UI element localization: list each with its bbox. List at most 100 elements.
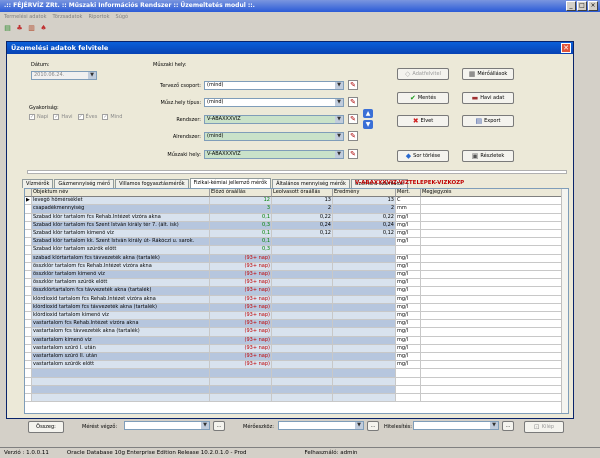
minimize-icon[interactable]: _ xyxy=(566,1,576,11)
cell-megjegyzes[interactable] xyxy=(421,246,562,255)
datum-field[interactable]: 2010.06.24. ▼ xyxy=(31,71,97,80)
tab-villamos-fogyasztasmerok[interactable]: Villamos fogyasztásmérők xyxy=(115,179,189,188)
cell-leolvasott-oraallas[interactable] xyxy=(272,246,333,255)
cell-megjegyzes[interactable] xyxy=(421,295,562,304)
table-row[interactable]: vastartalom kimenő víz (93+ nap) mg/l xyxy=(25,336,562,345)
chevron-down-icon[interactable]: ▼ xyxy=(335,133,343,140)
picker-icon[interactable]: ✎ xyxy=(348,131,358,141)
cell-megjegyzes[interactable] xyxy=(421,361,562,370)
table-row[interactable]: vastartalom szűrő I. után (93+ nap) mg/l xyxy=(25,344,562,353)
cell-leolvasott-oraallas[interactable]: 0,22 xyxy=(272,213,333,222)
cell-leolvasott-oraallas[interactable] xyxy=(272,353,333,362)
chevron-down-icon[interactable]: ▼ xyxy=(355,422,363,429)
cell-leolvasott-oraallas[interactable] xyxy=(272,238,333,247)
hitelesites-select[interactable]: ▼ xyxy=(413,421,499,430)
cell-leolvasott-oraallas[interactable] xyxy=(272,377,333,386)
table-row[interactable]: összklór tartalom kimenő víz (93+ nap) mg/… xyxy=(25,271,562,280)
table-row[interactable]: Szabad klór tartalom fcs Szent István ki… xyxy=(25,221,562,230)
table-row[interactable]: Szabad klór tartalom kk. Szent István ki… xyxy=(25,238,562,247)
tervezo-csoport-select[interactable]: (mind) ▼ xyxy=(204,81,344,90)
chevron-down-icon[interactable]: ▼ xyxy=(88,72,96,79)
cell-leolvasott-oraallas[interactable]: 13 xyxy=(272,197,333,206)
cell-leolvasott-oraallas[interactable] xyxy=(272,361,333,370)
table-row[interactable]: vastartalom fcs távvezeték akna (tartalé… xyxy=(25,328,562,337)
checkbox-havi[interactable]: ✓ Havi xyxy=(53,114,73,120)
cell-leolvasott-oraallas[interactable] xyxy=(272,328,333,337)
havi-adat-button[interactable]: ▬ Havi adat xyxy=(462,92,514,104)
printer-icon[interactable]: ▥ xyxy=(27,24,36,33)
table-row[interactable] xyxy=(25,369,562,378)
header-megjegyzes[interactable]: Megjegyzés xyxy=(421,189,562,198)
arrow-down-icon[interactable]: ▼ xyxy=(363,120,373,129)
picker-icon[interactable]: ✎ xyxy=(348,114,358,124)
cell-leolvasott-oraallas[interactable] xyxy=(272,369,333,378)
cell-megjegyzes[interactable] xyxy=(421,344,562,353)
cell-megjegyzes[interactable] xyxy=(421,312,562,321)
table-row[interactable]: összklór tartalom szűrők előtt (93+ nap) m… xyxy=(25,279,562,288)
cell-megjegyzes[interactable] xyxy=(421,336,562,345)
cell-megjegyzes[interactable] xyxy=(421,213,562,222)
merest-vegzo-browse[interactable]: … xyxy=(213,421,225,431)
alrendszer-select[interactable]: (mind) ▼ xyxy=(204,132,344,141)
table-row[interactable]: vastartalom szűrők előtt (93+ nap) mg/l xyxy=(25,361,562,370)
table-row[interactable]: klórdioxid tartalom kimenő víz (93+ nap) m… xyxy=(25,312,562,321)
table-row[interactable]: összklór tartalom fcs Rehab.Intézet vízó… xyxy=(25,262,562,271)
table-row[interactable]: vastartalom szűrő II. után (93+ nap) mg/l xyxy=(25,353,562,362)
adatfelvitel-button[interactable]: ◇ Adatfelvitel xyxy=(397,68,449,80)
header-mert[interactable]: Mért. xyxy=(396,189,421,198)
cell-leolvasott-oraallas[interactable]: 2 xyxy=(272,205,333,214)
tab-gazmennyiseg-mero[interactable]: Gázmennyiség mérő xyxy=(54,179,115,188)
cell-megjegyzes[interactable] xyxy=(421,238,562,247)
table-row[interactable]: ▶ levegő hőmérséklet 12 13 13 C xyxy=(25,197,562,206)
header-leolvasott-oraallas[interactable]: Leolvasott óraállás xyxy=(272,189,333,198)
kilep-button[interactable]: ⊡ Kilép xyxy=(524,421,564,433)
merest-vegzo-select[interactable]: ▼ xyxy=(124,421,210,430)
chevron-down-icon[interactable]: ▼ xyxy=(335,82,343,89)
chevron-down-icon[interactable]: ▼ xyxy=(490,422,498,429)
cell-megjegyzes[interactable] xyxy=(421,230,562,239)
cell-leolvasott-oraallas[interactable] xyxy=(272,344,333,353)
cell-megjegyzes[interactable] xyxy=(421,205,562,214)
elvet-button[interactable]: ✖ Elvet xyxy=(397,115,449,127)
rendszer-select[interactable]: V-ABAXXXVIZ ▼ xyxy=(204,115,344,124)
table-row[interactable]: összklórtartalom fcs távvezeték akna (ta… xyxy=(25,287,562,296)
cell-megjegyzes[interactable] xyxy=(421,328,562,337)
cell-megjegyzes[interactable] xyxy=(421,385,562,394)
cell-megjegyzes[interactable] xyxy=(421,197,562,206)
tab-fizikai-kemiai[interactable]: Fizikai-kémiai jellemző mérők xyxy=(189,178,272,188)
export-button[interactable]: ▤ Export xyxy=(462,115,514,127)
meroeszkoz-select[interactable]: ▼ xyxy=(278,421,364,430)
header-objektum-nev[interactable]: Objektum név xyxy=(32,189,210,198)
cell-leolvasott-oraallas[interactable] xyxy=(272,336,333,345)
chevron-down-icon[interactable]: ▼ xyxy=(335,99,343,106)
menu-torzsadatok[interactable]: Törzsadatok xyxy=(52,13,82,22)
cell-leolvasott-oraallas[interactable] xyxy=(272,295,333,304)
cell-leolvasott-oraallas[interactable] xyxy=(272,303,333,312)
cell-megjegyzes[interactable] xyxy=(421,262,562,271)
table-row[interactable]: klórdioxid tartalom fcs távvezeték akna … xyxy=(25,303,562,312)
cell-megjegyzes[interactable] xyxy=(421,279,562,288)
table-row[interactable]: klórdioxid tartalom fcs Rehab.Intézet ví… xyxy=(25,295,562,304)
cell-megjegyzes[interactable] xyxy=(421,369,562,378)
checkbox-mind[interactable]: ✓ Mind xyxy=(102,114,122,120)
cell-leolvasott-oraallas[interactable] xyxy=(272,385,333,394)
picker-icon[interactable]: ✎ xyxy=(348,80,358,90)
table-row[interactable]: vastartalom fcs Rehab.Intézet vízóra akn… xyxy=(25,320,562,329)
picker-icon[interactable]: ✎ xyxy=(348,149,358,159)
dialog-close-button[interactable]: ✕ xyxy=(561,43,571,53)
table-row[interactable] xyxy=(25,394,562,403)
cell-megjegyzes[interactable] xyxy=(421,303,562,312)
cell-leolvasott-oraallas[interactable] xyxy=(272,279,333,288)
table-row[interactable]: csapadékmennyiség 3 2 2 mm xyxy=(25,205,562,214)
cell-leolvasott-oraallas[interactable] xyxy=(272,320,333,329)
checkbox-napi[interactable]: ✓ Napi xyxy=(29,114,48,120)
close-icon[interactable]: × xyxy=(588,1,598,11)
reszletek-button[interactable]: ▣ Részletek xyxy=(462,150,514,162)
cell-megjegyzes[interactable] xyxy=(421,271,562,280)
cell-leolvasott-oraallas[interactable]: 0,24 xyxy=(272,221,333,230)
chevron-down-icon[interactable]: ▼ xyxy=(335,116,343,123)
table-row[interactable]: Szabad klór tartalom kimenő víz 0,1 0,12 0,… xyxy=(25,230,562,239)
tab-vizmerok[interactable]: Vízmérők xyxy=(22,179,54,188)
table-row[interactable]: szabad klórtartalom fcs távvezeték akna … xyxy=(25,254,562,263)
menu-sugo[interactable]: Súgó xyxy=(116,13,129,22)
